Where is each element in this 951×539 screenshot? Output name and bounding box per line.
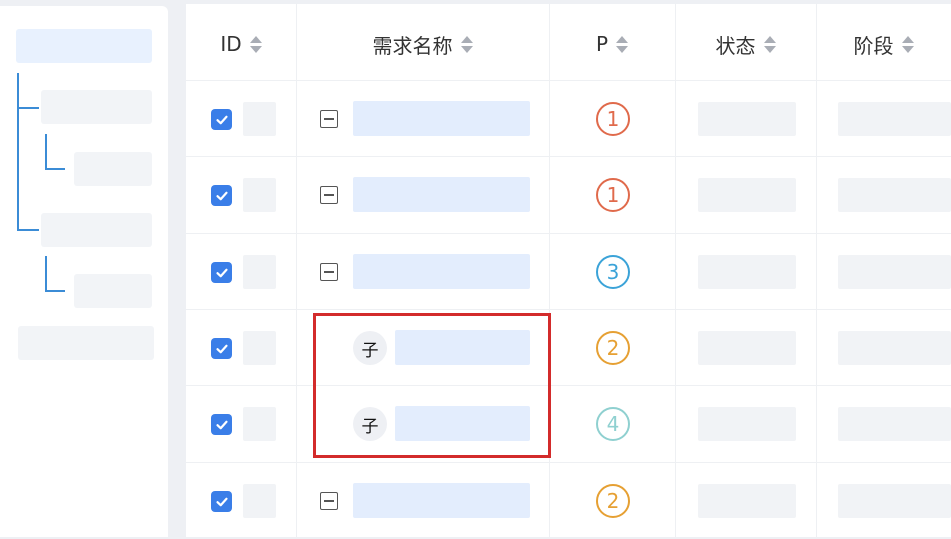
row-checkbox[interactable] <box>211 262 232 283</box>
row-id-cell <box>243 331 276 365</box>
collapse-icon[interactable] <box>320 492 338 510</box>
column-header-label: 状态 <box>715 33 756 58</box>
tree-connector <box>45 168 65 170</box>
row-checkbox[interactable] <box>211 338 232 359</box>
sort-icon[interactable] <box>901 35 914 53</box>
status-cell <box>698 178 796 212</box>
tree-node-root[interactable] <box>16 29 152 63</box>
row-checkbox[interactable] <box>211 109 232 130</box>
check-icon <box>215 497 228 506</box>
stage-cell <box>838 102 951 136</box>
stage-cell <box>838 331 951 365</box>
priority-value: 2 <box>606 336 620 360</box>
row-checkbox[interactable] <box>211 185 232 206</box>
row-id-cell <box>243 255 276 289</box>
stage-cell <box>838 407 951 441</box>
sort-icon[interactable] <box>763 35 776 53</box>
tree-connector <box>17 73 19 231</box>
priority-badge: 1 <box>596 178 630 212</box>
row-id-cell <box>243 178 276 212</box>
check-icon <box>215 420 228 429</box>
priority-value: 1 <box>606 107 620 131</box>
check-icon <box>215 115 228 124</box>
table-row[interactable]: 3 <box>186 233 951 310</box>
collapse-icon[interactable] <box>320 110 338 128</box>
column-header-status[interactable]: 状态 <box>675 4 816 84</box>
status-cell <box>698 407 796 441</box>
stage-cell <box>838 484 951 518</box>
status-cell <box>698 484 796 518</box>
check-icon <box>215 191 228 200</box>
status-cell <box>698 255 796 289</box>
table-row[interactable]: 子2 <box>186 309 951 386</box>
tree-node-root[interactable] <box>18 326 154 360</box>
column-header-label: 阶段 <box>853 33 894 58</box>
priority-badge: 2 <box>596 484 630 518</box>
row-id-cell <box>243 407 276 441</box>
table-header: ID 需求名称 P 状态 阶段 <box>186 4 951 84</box>
table-row[interactable]: 1 <box>186 80 951 157</box>
tree-node-child[interactable] <box>41 90 152 124</box>
priority-badge: 1 <box>596 102 630 136</box>
column-header-id[interactable]: ID <box>186 4 296 84</box>
tree-connector <box>45 256 47 292</box>
priority-value: 1 <box>606 183 620 207</box>
stage-cell <box>838 178 951 212</box>
column-header-stage[interactable]: 阶段 <box>816 4 951 84</box>
priority-badge: 2 <box>596 331 630 365</box>
column-header-label: ID <box>220 32 242 56</box>
requirement-name-cell[interactable] <box>353 254 530 289</box>
column-header-name[interactable]: 需求名称 <box>296 4 549 84</box>
table-row[interactable]: 2 <box>186 462 951 539</box>
row-id-cell <box>243 484 276 518</box>
table-row[interactable]: 1 <box>186 156 951 233</box>
row-checkbox[interactable] <box>211 491 232 512</box>
column-header-priority[interactable]: P <box>549 4 675 84</box>
requirement-name-cell[interactable] <box>353 177 530 212</box>
row-id-cell <box>243 102 276 136</box>
sort-icon[interactable] <box>616 35 629 53</box>
tree-sidebar <box>0 6 168 537</box>
priority-badge: 4 <box>596 407 630 441</box>
column-header-label: 需求名称 <box>372 33 453 58</box>
requirement-name-cell[interactable] <box>353 101 530 136</box>
tree-node-grandchild[interactable] <box>74 274 152 308</box>
tree-node-child[interactable] <box>41 213 152 247</box>
tree-connector <box>45 290 65 292</box>
status-cell <box>698 331 796 365</box>
column-header-label: P <box>595 32 609 56</box>
tree-connector <box>17 229 39 231</box>
status-cell <box>698 102 796 136</box>
highlight-box <box>313 313 551 458</box>
priority-value: 2 <box>606 489 620 513</box>
table-row[interactable]: 子4 <box>186 385 951 462</box>
check-icon <box>215 268 228 277</box>
sort-icon[interactable] <box>460 35 473 53</box>
priority-badge: 3 <box>596 255 630 289</box>
tree-connector <box>45 134 47 170</box>
priority-value: 4 <box>606 412 620 436</box>
row-checkbox[interactable] <box>211 414 232 435</box>
tree-connector <box>17 107 39 109</box>
requirements-table: ID 需求名称 P 状态 阶段 1 1 3 子2子4 2 <box>186 4 951 537</box>
stage-cell <box>838 255 951 289</box>
tree-node-grandchild[interactable] <box>74 152 152 186</box>
sort-icon[interactable] <box>249 35 262 53</box>
requirement-name-cell[interactable] <box>353 483 530 518</box>
collapse-icon[interactable] <box>320 186 338 204</box>
check-icon <box>215 344 228 353</box>
priority-value: 3 <box>606 260 620 284</box>
collapse-icon[interactable] <box>320 263 338 281</box>
